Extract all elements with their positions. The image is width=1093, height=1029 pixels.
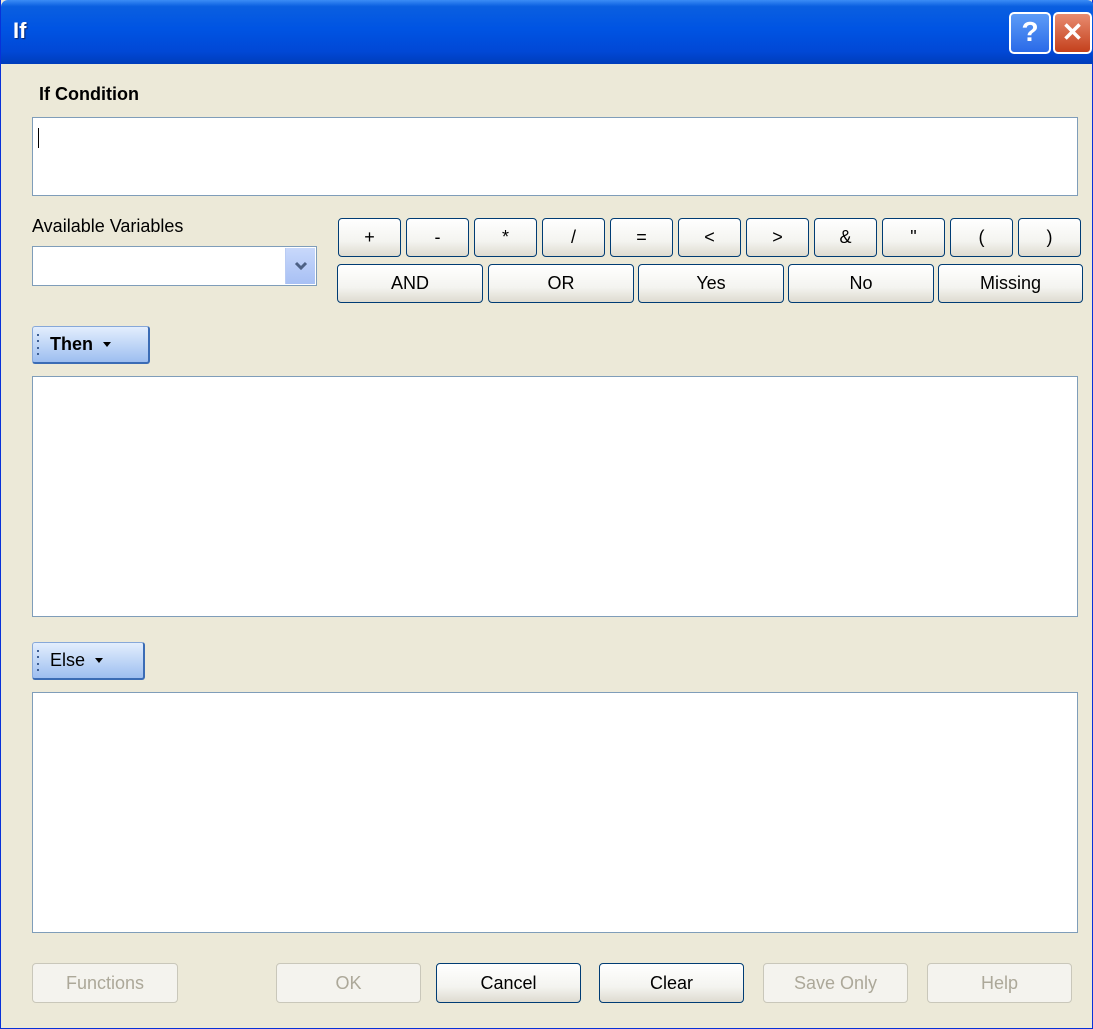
operator-greater-than-button[interactable]: > <box>746 218 809 257</box>
if-condition-input[interactable] <box>32 117 1078 196</box>
chevron-down-icon[interactable] <box>285 248 315 284</box>
caret-down-icon <box>103 342 111 347</box>
no-button[interactable]: No <box>788 264 934 303</box>
operator-equals-button[interactable]: = <box>610 218 673 257</box>
then-dropdown-button[interactable]: Then <box>32 326 150 364</box>
operator-close-paren-button[interactable]: ) <box>1018 218 1081 257</box>
help-button[interactable]: Help <box>927 963 1072 1003</box>
operator-minus-button[interactable]: - <box>406 218 469 257</box>
yes-button[interactable]: Yes <box>638 264 784 303</box>
operator-divide-button[interactable]: / <box>542 218 605 257</box>
else-input[interactable] <box>32 692 1078 933</box>
grip-icon <box>37 333 41 356</box>
text-caret <box>38 128 39 148</box>
then-label: Then <box>50 334 93 354</box>
if-condition-label: If Condition <box>39 84 139 104</box>
operator-ampersand-button[interactable]: & <box>814 218 877 257</box>
clear-button[interactable]: Clear <box>599 963 744 1003</box>
missing-button[interactable]: Missing <box>938 264 1083 303</box>
operator-plus-button[interactable]: + <box>338 218 401 257</box>
operator-multiply-button[interactable]: * <box>474 218 537 257</box>
available-variables-label: Available Variables <box>32 216 184 236</box>
window-title: If <box>13 18 27 43</box>
close-icon[interactable]: ✕ <box>1053 12 1092 54</box>
save-only-button[interactable]: Save Only <box>763 963 908 1003</box>
available-variables-select[interactable] <box>32 246 317 286</box>
and-button[interactable]: AND <box>337 264 483 303</box>
else-label: Else <box>50 650 86 670</box>
functions-button[interactable]: Functions <box>32 963 178 1003</box>
grip-icon <box>37 649 41 672</box>
operator-less-than-button[interactable]: < <box>678 218 741 257</box>
help-icon[interactable]: ? <box>1009 12 1051 54</box>
or-button[interactable]: OR <box>488 264 634 303</box>
else-dropdown-button[interactable]: Else <box>32 642 145 680</box>
ok-button[interactable]: OK <box>276 963 421 1003</box>
cancel-button[interactable]: Cancel <box>436 963 581 1003</box>
if-dialog: If ? ✕ If Condition Available Variables … <box>0 0 1093 1029</box>
operator-quote-button[interactable]: " <box>882 218 945 257</box>
title-bar[interactable]: If ? ✕ <box>1 0 1093 64</box>
then-input[interactable] <box>32 376 1078 617</box>
operator-open-paren-button[interactable]: ( <box>950 218 1013 257</box>
caret-down-icon <box>95 658 104 663</box>
